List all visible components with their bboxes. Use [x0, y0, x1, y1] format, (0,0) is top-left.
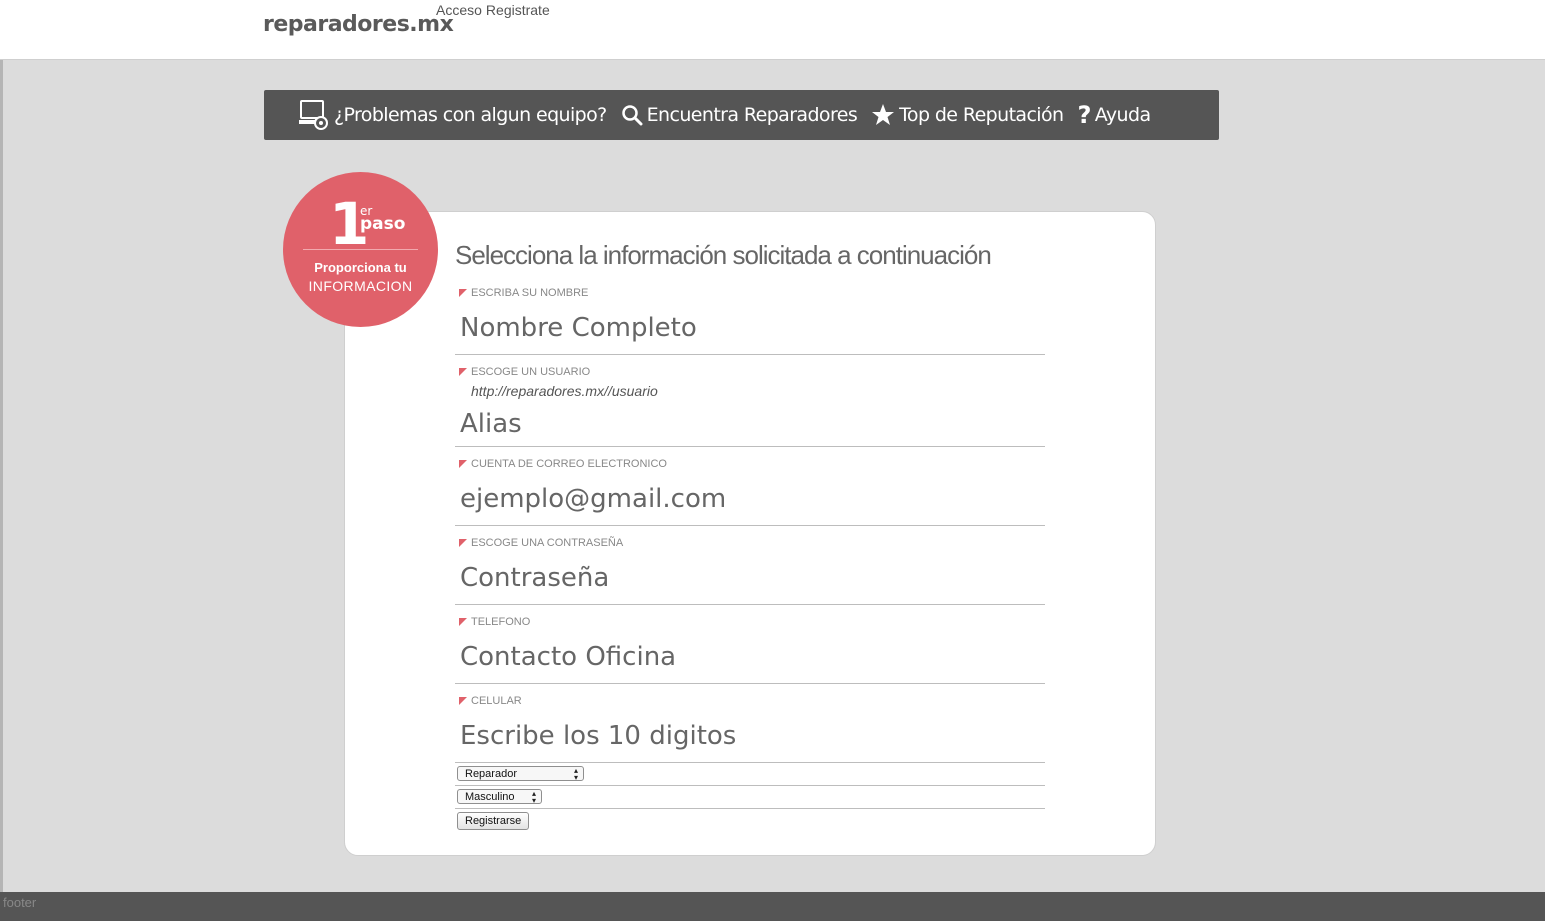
name-field-group: ESCRIBA SU NOMBRE: [455, 284, 1045, 355]
nav-item-top-reputation[interactable]: Top de Reputación: [871, 103, 1064, 127]
footer-text: footer: [3, 895, 37, 910]
field-label: ESCOGE UNA CONTRASEÑA: [459, 537, 623, 549]
account-links: Acceso Registrate: [436, 2, 554, 18]
password-input[interactable]: [455, 558, 1045, 598]
email-field-group: CUENTA DE CORREO ELECTRONICO: [455, 455, 1045, 526]
phone-field-group: TELEFONO: [455, 613, 1045, 684]
top-header: reparadores.mx Acceso Registrate: [0, 0, 1545, 60]
nav-label: ¿Problemas con algun equipo?: [334, 104, 607, 126]
step-badge: 1 er paso Proporciona tu INFORMACION: [283, 172, 438, 327]
gender-select[interactable]: Masculino ▴ ▾: [457, 789, 542, 805]
marker-icon: [459, 289, 467, 297]
select-arrows-icon: ▴ ▾: [573, 766, 578, 782]
star-icon: [871, 103, 895, 127]
nav-item-problems[interactable]: ¿Problemas con algun equipo?: [298, 99, 607, 131]
field-label: TELEFONO: [459, 616, 530, 628]
mobile-field-group: CELULAR: [455, 692, 1045, 763]
nav-label: Top de Reputación: [899, 104, 1064, 126]
password-field-group: ESCOGE UNA CONTRASEÑA: [455, 534, 1045, 605]
step-title: Proporciona tu: [314, 260, 407, 275]
left-edge: [0, 59, 3, 892]
form-title: Selecciona la información solicitada a c…: [455, 240, 992, 270]
marker-icon: [459, 618, 467, 626]
badge-divider: [303, 249, 418, 250]
nav-item-help[interactable]: ? Ayuda: [1077, 101, 1151, 129]
computer-gear-icon: [298, 99, 330, 131]
username-url-hint: http://reparadores.mx//usuario: [471, 383, 658, 399]
email-input[interactable]: [455, 479, 1045, 519]
field-label: ESCRIBA SU NOMBRE: [459, 287, 588, 299]
step-subtitle: INFORMACION: [308, 278, 413, 294]
field-label: CELULAR: [459, 695, 522, 707]
username-input[interactable]: [455, 405, 1045, 443]
field-label: CUENTA DE CORREO ELECTRONICO: [459, 458, 667, 470]
mobile-input[interactable]: [455, 716, 1045, 756]
name-input[interactable]: [455, 308, 1045, 348]
login-link[interactable]: Acceso: [436, 2, 482, 18]
role-select[interactable]: Reparador ▴ ▾: [457, 766, 584, 782]
nav-label: Encuentra Reparadores: [646, 104, 858, 126]
role-select-row: INGRESAR COMO Reparador ▴▾: [455, 763, 1045, 786]
nav-label: Ayuda: [1094, 104, 1151, 126]
username-field-group: ESCOGE UN USUARIO http://reparadores.mx/…: [455, 363, 1045, 447]
marker-icon: [459, 539, 467, 547]
main-nav: ¿Problemas con algun equipo? Encuentra R…: [264, 90, 1219, 140]
marker-icon: [459, 368, 467, 376]
select-arrows-icon: ▴ ▾: [531, 789, 536, 805]
footer: footer: [0, 892, 1545, 921]
nav-item-find-repairers[interactable]: Encuentra Reparadores: [621, 104, 858, 126]
site-logo[interactable]: reparadores.mx: [263, 12, 454, 37]
gender-select-row: SEXO Masculino ▴▾: [455, 786, 1045, 809]
marker-icon: [459, 460, 467, 468]
phone-input[interactable]: [455, 637, 1045, 677]
question-icon: ?: [1077, 101, 1091, 129]
field-label: ESCOGE UN USUARIO: [459, 366, 590, 378]
search-icon: [621, 104, 643, 126]
step-word: paso: [360, 214, 406, 234]
marker-icon: [459, 697, 467, 705]
register-link[interactable]: Registrate: [486, 2, 550, 18]
register-button[interactable]: Registrarse: [457, 812, 530, 830]
